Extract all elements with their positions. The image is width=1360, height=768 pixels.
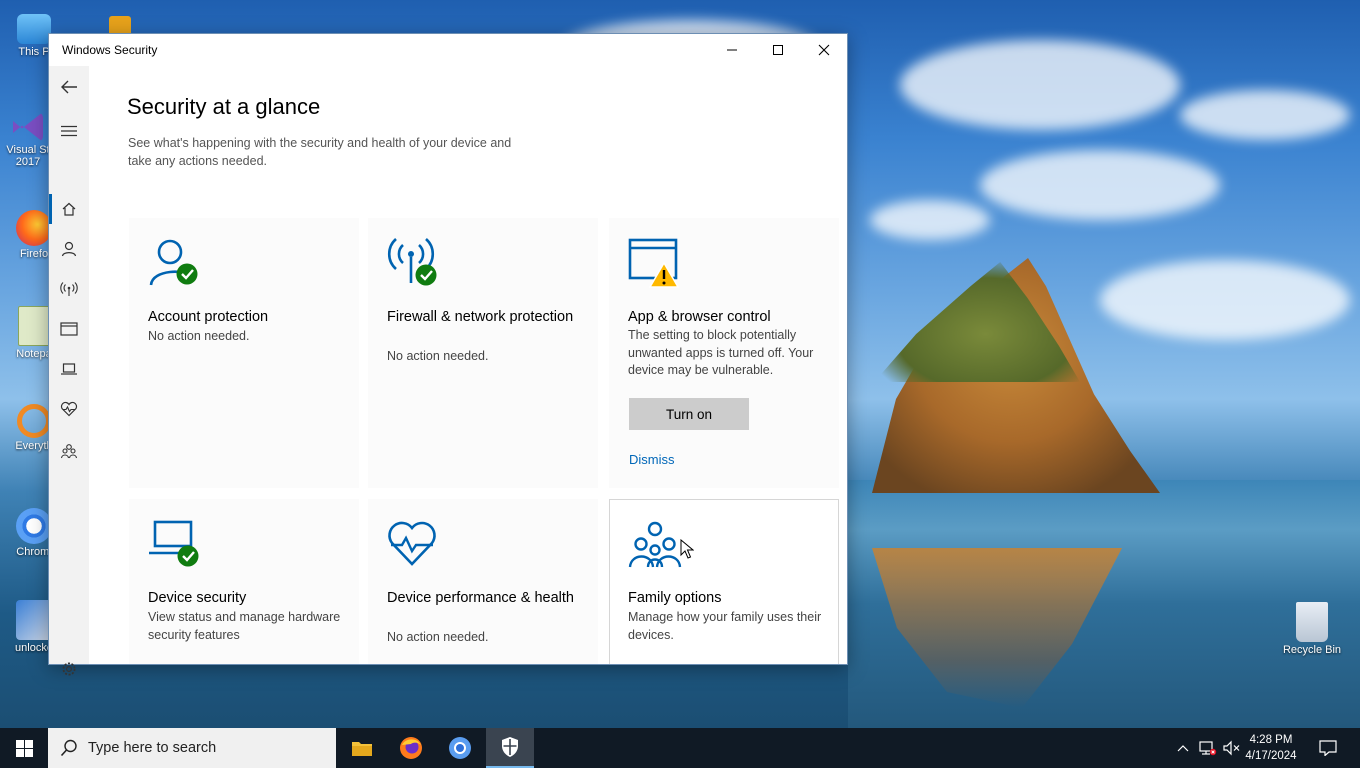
clock-date: 4/17/2024	[1245, 750, 1297, 762]
cloud	[900, 40, 1180, 130]
tile-title: Device performance & health	[387, 590, 574, 606]
account-protection-icon	[149, 239, 198, 286]
antenna-icon	[60, 282, 78, 296]
taskbar-clock[interactable]: 4:28 PM 4/17/2024	[1236, 732, 1306, 764]
tile-status: View status and manage hardware security…	[148, 610, 341, 642]
title-bar[interactable]: Windows Security	[49, 34, 847, 66]
visual-studio-icon	[13, 112, 43, 142]
back-arrow-icon	[61, 80, 77, 94]
tile-title: Family options	[628, 590, 722, 606]
settings-button[interactable]	[49, 652, 89, 686]
desktop-icon-recycle-bin[interactable]: Recycle Bin	[1276, 602, 1348, 656]
main-content: Security at a glance See what's happenin…	[89, 66, 847, 664]
mouse-cursor-icon	[680, 539, 694, 559]
sidebar-item-device-security[interactable]	[49, 352, 89, 386]
sidebar-item-firewall[interactable]	[49, 272, 89, 306]
folder-icon	[352, 742, 372, 756]
tile-status: No action needed.	[387, 630, 489, 644]
action-center-button[interactable]	[1310, 728, 1346, 768]
clock-time: 4:28 PM	[1249, 734, 1293, 746]
cloud	[980, 150, 1220, 220]
home-icon	[62, 202, 76, 216]
menu-button[interactable]	[49, 114, 89, 148]
chevron-up-icon	[1177, 745, 1189, 752]
taskbar-windows-security[interactable]	[486, 728, 534, 768]
heart-pulse-icon	[60, 401, 78, 417]
search-placeholder: Type here to search	[88, 740, 217, 756]
network-icon	[1199, 741, 1217, 756]
start-button[interactable]	[0, 728, 48, 768]
firefox-icon	[400, 737, 422, 759]
app-browser-icon	[628, 238, 680, 288]
browser-window-icon	[60, 322, 78, 336]
monitor-icon	[17, 14, 51, 44]
taskbar-firefox[interactable]	[387, 728, 435, 768]
family-icon	[628, 521, 682, 568]
tile-device-security[interactable]: Device security View status and manage h…	[129, 499, 359, 664]
minimize-icon	[727, 49, 737, 51]
minimize-button[interactable]	[709, 34, 755, 66]
window-title: Windows Security	[62, 43, 158, 57]
tile-family-options[interactable]: Family options Manage how your family us…	[609, 499, 839, 664]
tile-status: Manage how your family uses their device…	[628, 610, 822, 642]
cloud	[1100, 260, 1350, 340]
sidebar-item-family[interactable]	[49, 434, 89, 468]
device-health-icon	[388, 521, 436, 566]
sidebar-item-account[interactable]	[49, 232, 89, 266]
laptop-icon	[61, 363, 77, 375]
search-icon	[60, 739, 77, 757]
sidebar-item-device-health[interactable]	[49, 392, 89, 426]
tile-title: Firewall & network protection	[387, 309, 574, 325]
taskbar-chromium[interactable]	[436, 728, 484, 768]
cloud	[1180, 90, 1350, 140]
turn-on-button[interactable]: Turn on	[629, 398, 749, 430]
chromium-icon	[449, 737, 471, 759]
firewall-icon	[387, 238, 437, 286]
desktop-icon-label: Recycle Bin	[1282, 644, 1342, 656]
sidebar-item-app-browser[interactable]	[49, 312, 89, 346]
tile-title: Device security	[148, 590, 247, 606]
taskbar: Type here to search 4:28 PM 4/17/2024	[0, 728, 1360, 768]
tile-status: No action needed.	[387, 349, 489, 363]
tile-app-browser-control[interactable]: App & browser control The setting to blo…	[609, 218, 839, 488]
device-security-icon	[149, 520, 199, 567]
desktop-icon-label: Visual St 2017	[6, 144, 50, 168]
maximize-icon	[773, 45, 783, 55]
sidebar	[49, 66, 89, 676]
tile-title: App & browser control	[628, 309, 771, 325]
tile-title: Account protection	[148, 309, 269, 325]
shield-icon	[502, 737, 518, 757]
tile-status: The setting to block potentially unwante…	[628, 328, 814, 377]
taskbar-search-box[interactable]: Type here to search	[48, 728, 336, 768]
tile-account-protection[interactable]: Account protection No action needed.	[129, 218, 359, 488]
tile-status: No action needed.	[148, 329, 250, 343]
page-subtitle: See what's happening with the security a…	[128, 136, 512, 168]
windows-logo-icon	[15, 739, 33, 757]
windows-security-window: Windows Security Security at a glance Se…	[48, 33, 848, 676]
taskbar-file-explorer[interactable]	[338, 728, 386, 768]
family-icon	[60, 444, 78, 459]
gear-icon	[62, 662, 76, 676]
notification-icon	[1319, 740, 1337, 756]
notepad-icon	[18, 306, 50, 346]
dismiss-link[interactable]: Dismiss	[629, 452, 675, 467]
page-title: Security at a glance	[127, 94, 321, 119]
back-button[interactable]	[49, 70, 89, 104]
chromium-icon	[16, 508, 52, 544]
close-icon	[818, 44, 830, 56]
sidebar-item-home[interactable]	[49, 192, 89, 226]
unlocker-icon	[16, 600, 52, 640]
close-button[interactable]	[801, 34, 847, 66]
cloud	[870, 200, 990, 240]
network-status-button[interactable]	[1196, 728, 1220, 768]
magnifier-icon	[17, 404, 51, 438]
recycle-bin-icon	[1296, 602, 1328, 642]
tile-firewall[interactable]: Firewall & network protection No action …	[368, 218, 598, 488]
hamburger-icon	[61, 125, 77, 137]
maximize-button[interactable]	[755, 34, 801, 66]
person-icon	[61, 241, 77, 257]
show-hidden-icons-button[interactable]	[1172, 728, 1194, 768]
tile-device-health[interactable]: Device performance & health No action ne…	[368, 499, 598, 664]
firefox-icon	[16, 210, 52, 246]
